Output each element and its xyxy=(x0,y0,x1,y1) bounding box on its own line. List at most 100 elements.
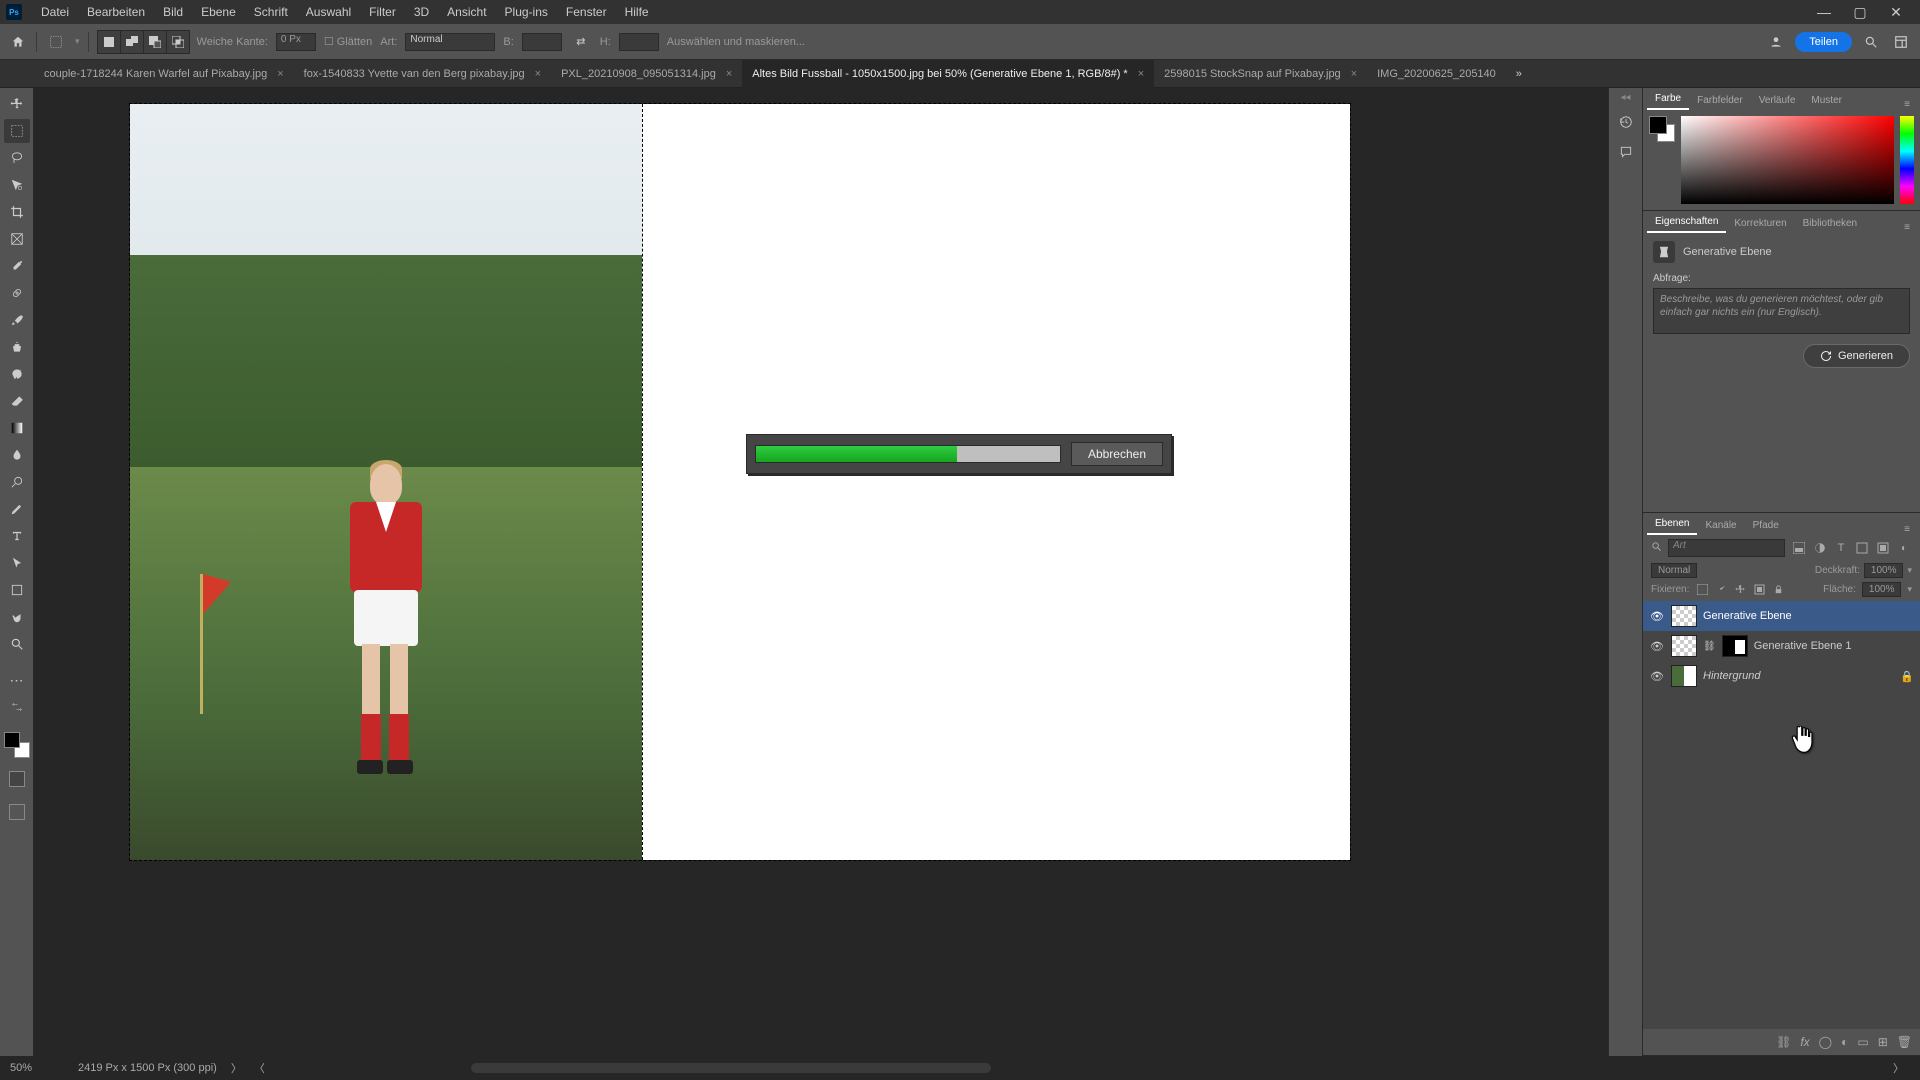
document-tab[interactable]: couple-1718244 Karen Warfel auf Pixabay.… xyxy=(34,60,294,88)
document-canvas[interactable] xyxy=(130,104,1350,860)
move-tool-icon[interactable] xyxy=(4,92,30,116)
new-layer-icon[interactable]: ⊞ xyxy=(1878,1035,1888,1049)
link-icon[interactable]: ⛓ xyxy=(1703,641,1716,652)
document-info[interactable]: 2419 Px x 1500 Px (300 ppi) xyxy=(70,1062,225,1074)
quickmask-icon[interactable] xyxy=(4,767,30,791)
layer-item[interactable]: 👁 Generative Ebene xyxy=(1643,601,1920,631)
menu-auswahl[interactable]: Auswahl xyxy=(297,5,360,19)
hue-slider[interactable] xyxy=(1900,116,1914,204)
search-icon[interactable] xyxy=(1860,31,1882,53)
tab-ebenen[interactable]: Ebenen xyxy=(1647,514,1697,535)
dodge-tool-icon[interactable] xyxy=(4,470,30,494)
add-mask-icon[interactable]: ◯ xyxy=(1819,1035,1832,1049)
healing-tool-icon[interactable] xyxy=(4,281,30,305)
filter-smart-icon[interactable] xyxy=(1875,540,1891,556)
layer-thumb[interactable] xyxy=(1671,635,1697,657)
close-tab-icon[interactable]: × xyxy=(1138,68,1144,80)
foreground-swatch[interactable] xyxy=(1649,116,1667,134)
antialias-checkbox[interactable]: ☐ Glätten xyxy=(324,35,372,48)
zoom-level[interactable]: 50% xyxy=(10,1062,70,1074)
lock-position-icon[interactable] xyxy=(1733,583,1747,597)
select-and-mask-button[interactable]: Auswählen und maskieren... xyxy=(667,36,805,48)
visibility-icon[interactable]: 👁 xyxy=(1649,610,1665,623)
filter-toggle-icon[interactable]: ◐ xyxy=(1896,540,1912,556)
cancel-button[interactable]: Abbrechen xyxy=(1071,442,1163,466)
scroll-right-icon[interactable]: 〉 xyxy=(1887,1060,1910,1076)
tab-korrekturen[interactable]: Korrekturen xyxy=(1726,214,1794,233)
blend-mode-select[interactable]: Normal xyxy=(1651,563,1697,578)
tab-bibliotheken[interactable]: Bibliotheken xyxy=(1795,214,1865,233)
history-brush-icon[interactable] xyxy=(4,362,30,386)
brush-tool-icon[interactable] xyxy=(4,308,30,332)
window-close-icon[interactable]: ✕ xyxy=(1878,4,1914,21)
hand-tool-icon[interactable] xyxy=(4,605,30,629)
quick-select-tool-icon[interactable] xyxy=(4,173,30,197)
history-panel-icon[interactable] xyxy=(1615,111,1637,133)
layer-thumb[interactable] xyxy=(1671,605,1697,627)
selection-intersect-icon[interactable] xyxy=(166,30,190,54)
tab-muster[interactable]: Muster xyxy=(1803,91,1850,110)
close-tab-icon[interactable]: × xyxy=(1351,68,1357,80)
panel-menu-icon[interactable]: ≡ xyxy=(1898,222,1916,233)
menu-filter[interactable]: Filter xyxy=(360,5,405,19)
color-swatch-pair[interactable] xyxy=(1649,116,1675,142)
filter-shape-icon[interactable] xyxy=(1854,540,1870,556)
filter-adjust-icon[interactable] xyxy=(1812,540,1828,556)
layer-item[interactable]: 👁 ⛓ Generative Ebene 1 xyxy=(1643,631,1920,661)
selection-add-icon[interactable] xyxy=(120,30,144,54)
opacity-input[interactable]: 100% xyxy=(1864,563,1904,578)
menu-hilfe[interactable]: Hilfe xyxy=(616,5,658,19)
blur-tool-icon[interactable] xyxy=(4,443,30,467)
lasso-tool-icon[interactable] xyxy=(4,146,30,170)
document-tab[interactable]: 2598015 StockSnap auf Pixabay.jpg× xyxy=(1154,60,1367,88)
feather-input[interactable]: 0 Px xyxy=(276,33,316,51)
layer-name[interactable]: Generative Ebene 1 xyxy=(1754,640,1914,652)
selection-new-icon[interactable] xyxy=(97,30,121,54)
tab-pfade[interactable]: Pfade xyxy=(1745,516,1787,535)
document-tab-active[interactable]: Altes Bild Fussball - 1050x1500.jpg bei … xyxy=(742,60,1154,88)
marquee-tool-icon[interactable] xyxy=(4,119,30,143)
close-tab-icon[interactable]: × xyxy=(277,68,283,80)
scroll-left-icon[interactable]: 〈 xyxy=(248,1060,271,1076)
tab-farbfelder[interactable]: Farbfelder xyxy=(1689,91,1751,110)
lock-all-icon[interactable] xyxy=(1771,583,1785,597)
menu-ebene[interactable]: Ebene xyxy=(192,5,245,19)
tab-eigenschaften[interactable]: Eigenschaften xyxy=(1647,212,1726,233)
path-select-tool-icon[interactable] xyxy=(4,551,30,575)
filter-type-icon[interactable]: T xyxy=(1833,540,1849,556)
menu-bild[interactable]: Bild xyxy=(154,5,192,19)
filter-pixel-icon[interactable] xyxy=(1791,540,1807,556)
menu-plugins[interactable]: Plug-ins xyxy=(496,5,557,19)
visibility-icon[interactable]: 👁 xyxy=(1649,670,1665,683)
home-icon[interactable] xyxy=(8,33,28,51)
eyedropper-tool-icon[interactable] xyxy=(4,254,30,278)
docinfo-menu-icon[interactable]: 〉 xyxy=(225,1060,248,1076)
document-tab[interactable]: IMG_20200625_205140 xyxy=(1367,60,1506,88)
gradient-tool-icon[interactable] xyxy=(4,416,30,440)
width-input[interactable] xyxy=(522,33,562,51)
window-minimize-icon[interactable]: — xyxy=(1806,4,1842,20)
color-picker[interactable] xyxy=(1681,116,1894,204)
swap-colors-icon[interactable] xyxy=(4,695,30,719)
layer-thumb[interactable] xyxy=(1671,665,1697,687)
menu-bearbeiten[interactable]: Bearbeiten xyxy=(78,5,154,19)
screenmode-icon[interactable] xyxy=(4,800,30,824)
window-maximize-icon[interactable]: ▢ xyxy=(1842,4,1878,21)
menu-schrift[interactable]: Schrift xyxy=(245,5,297,19)
document-tab[interactable]: PXL_20210908_095051314.jpg× xyxy=(551,60,742,88)
close-tab-icon[interactable]: × xyxy=(726,68,732,80)
clone-tool-icon[interactable] xyxy=(4,335,30,359)
menu-datei[interactable]: Datei xyxy=(32,5,78,19)
shape-tool-icon[interactable] xyxy=(4,578,30,602)
tabs-overflow-icon[interactable]: » xyxy=(1506,68,1532,80)
fill-input[interactable]: 100% xyxy=(1862,582,1902,597)
foreground-color[interactable] xyxy=(4,732,20,748)
tab-verlaeufe[interactable]: Verläufe xyxy=(1751,91,1804,110)
comments-panel-icon[interactable] xyxy=(1615,141,1637,163)
style-select[interactable]: Normal xyxy=(405,33,495,51)
add-adjustment-icon[interactable]: ◐ xyxy=(1841,1035,1848,1049)
lock-icon[interactable]: 🔒 xyxy=(1900,670,1914,683)
fill-dropdown-icon[interactable]: ▾ xyxy=(1907,584,1912,595)
type-tool-icon[interactable] xyxy=(4,524,30,548)
panel-menu-icon[interactable]: ≡ xyxy=(1898,99,1916,110)
